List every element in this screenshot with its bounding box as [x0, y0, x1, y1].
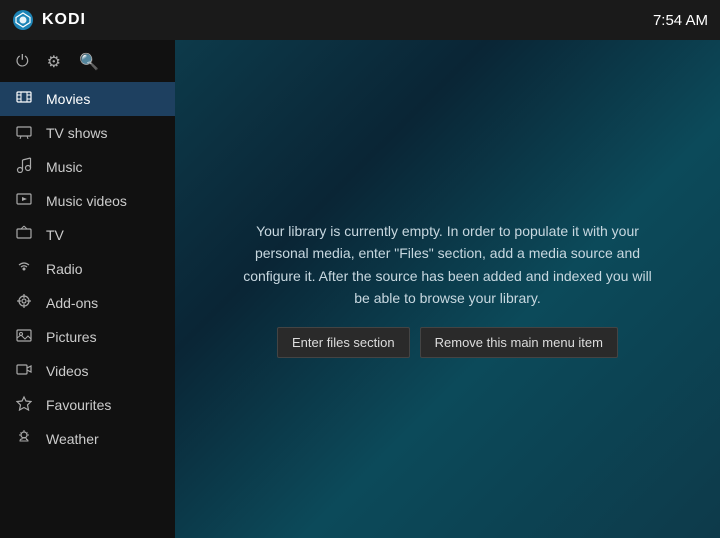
app-title: KODI: [42, 11, 86, 29]
weather-icon: [14, 429, 34, 449]
radio-icon: [14, 259, 34, 279]
sidebar-item-tv[interactable]: TV: [0, 218, 175, 252]
music-videos-label: Music videos: [46, 193, 127, 209]
body-row: ⏻ ⚙ 🔍 Movies: [0, 40, 720, 538]
header: KODI 7:54 AM: [0, 0, 720, 40]
remove-menu-item-button[interactable]: Remove this main menu item: [420, 327, 618, 358]
sidebar-item-tv-shows[interactable]: TV shows: [0, 116, 175, 150]
empty-library-buttons: Enter files section Remove this main men…: [238, 327, 658, 358]
sidebar-item-favourites[interactable]: Favourites: [0, 388, 175, 422]
add-ons-label: Add-ons: [46, 295, 98, 311]
tv-label: TV: [46, 227, 64, 243]
search-icon[interactable]: 🔍: [79, 52, 99, 72]
empty-library-box: Your library is currently empty. In orde…: [218, 200, 678, 379]
sidebar-item-pictures[interactable]: Pictures: [0, 320, 175, 354]
music-icon: [14, 157, 34, 177]
sidebar-item-radio[interactable]: Radio: [0, 252, 175, 286]
sidebar-item-music-videos[interactable]: Music videos: [0, 184, 175, 218]
favourites-label: Favourites: [46, 397, 111, 413]
clock: 7:54 AM: [653, 12, 708, 29]
sidebar-top-controls: ⏻ ⚙ 🔍: [0, 44, 175, 82]
radio-label: Radio: [46, 261, 83, 277]
enter-files-button[interactable]: Enter files section: [277, 327, 410, 358]
power-icon[interactable]: ⏻: [16, 53, 29, 71]
movies-label: Movies: [46, 91, 90, 107]
videos-icon: [14, 361, 34, 381]
sidebar: ⏻ ⚙ 🔍 Movies: [0, 40, 175, 538]
main-content: Your library is currently empty. In orde…: [175, 40, 720, 538]
music-videos-icon: [14, 191, 34, 211]
pictures-label: Pictures: [46, 329, 97, 345]
header-left: KODI: [12, 9, 86, 31]
add-ons-icon: [14, 293, 34, 313]
tv-shows-icon: [14, 123, 34, 143]
movies-icon: [14, 89, 34, 109]
sidebar-item-music[interactable]: Music: [0, 150, 175, 184]
favourites-icon: [14, 395, 34, 415]
sidebar-item-weather[interactable]: Weather: [0, 422, 175, 456]
videos-label: Videos: [46, 363, 89, 379]
tv-icon: [14, 225, 34, 245]
kodi-logo-icon: [12, 9, 34, 31]
pictures-icon: [14, 327, 34, 347]
sidebar-item-videos[interactable]: Videos: [0, 354, 175, 388]
empty-library-message: Your library is currently empty. In orde…: [238, 220, 658, 310]
weather-label: Weather: [46, 431, 99, 447]
tv-shows-label: TV shows: [46, 125, 107, 141]
music-label: Music: [46, 159, 83, 175]
sidebar-item-add-ons[interactable]: Add-ons: [0, 286, 175, 320]
settings-icon[interactable]: ⚙: [47, 52, 61, 72]
sidebar-item-movies[interactable]: Movies: [0, 82, 175, 116]
